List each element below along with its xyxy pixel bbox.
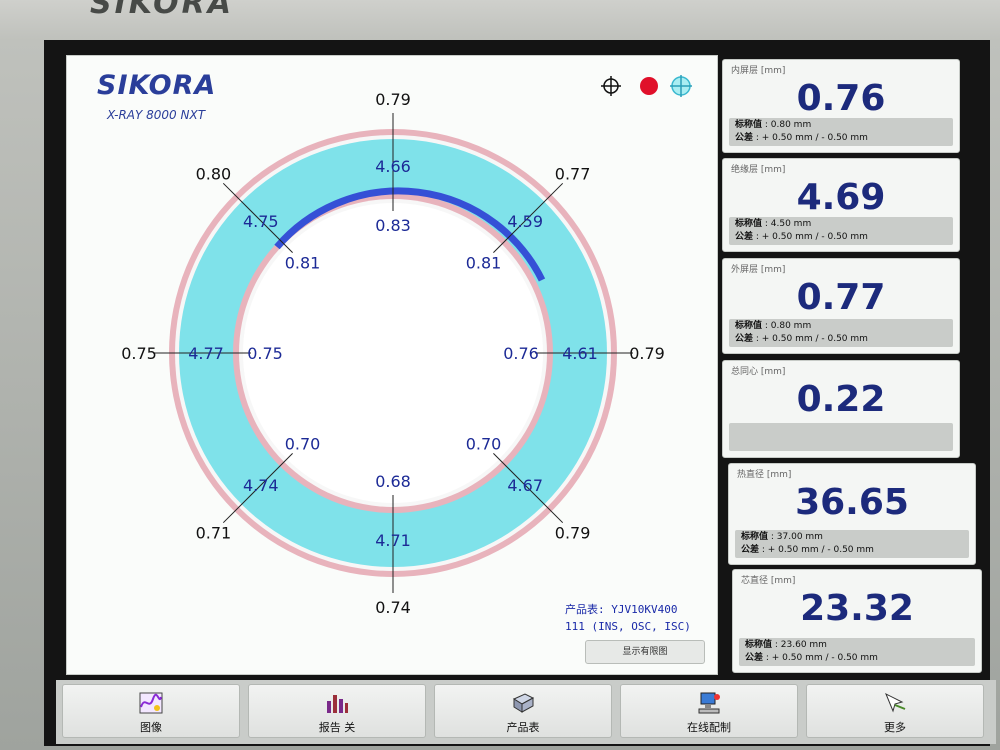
- readout-value: 0.77: [796, 277, 886, 318]
- tolerance-value: : + 0.50 mm / - 0.50 mm: [765, 653, 878, 663]
- readout-label: 内屏层 [mm]: [731, 66, 786, 76]
- readout-label: 绝缘层 [mm]: [731, 165, 786, 175]
- toolbar-label: 报告 关: [318, 721, 356, 734]
- bar-chart-icon: [325, 691, 349, 715]
- readout-info: 标称值 : 23.60 mm 公差 : + 0.50 mm / - 0.50 m…: [739, 638, 975, 666]
- readout-outer-semicon: 外屏层 [mm] 0.77 标称值 : 0.80 mm 公差 : + 0.50 …: [722, 258, 960, 354]
- toolbar-label: 产品表: [506, 721, 540, 734]
- tolerance-label: 公差: [745, 653, 764, 663]
- outer-value-label: 0.74: [375, 598, 411, 617]
- tolerance-label: 公差: [735, 133, 754, 143]
- nominal-label: 标称值: [741, 532, 769, 542]
- readout-info: 标称值 : 0.80 mm 公差 : + 0.50 mm / - 0.50 mm: [729, 118, 953, 146]
- outer-value-label: 0.79: [375, 90, 411, 109]
- readout-label: 芯直径 [mm]: [741, 576, 796, 586]
- inner-value-label: 0.81: [285, 254, 321, 273]
- image-button[interactable]: 图像: [62, 684, 240, 738]
- insulation-value-label: 4.75: [243, 212, 279, 231]
- tolerance-value: : + 0.50 mm / - 0.50 mm: [755, 334, 868, 344]
- nominal-value: : 0.80 mm: [764, 321, 812, 331]
- product-table-button[interactable]: 产品表: [434, 684, 612, 738]
- nominal-label: 标称值: [735, 219, 763, 229]
- product-info: 产品表: YJV10KV400 111 (INS, OSC, ISC): [565, 601, 691, 635]
- readout-value: 36.65: [795, 482, 909, 523]
- measurement-panel: SIKORA X-RAY 8000 NXT 0.79 4.66 0.83 0.77 4.…: [66, 55, 718, 675]
- readout-info: 标称值 : 4.50 mm 公差 : + 0.50 mm / - 0.50 mm: [729, 217, 953, 245]
- outer-value-label: 0.77: [555, 164, 591, 183]
- toolbar-label: 图像: [140, 721, 162, 734]
- cable-cross-section: 0.79 4.66 0.83 0.77 4.59 0.81 0.79 4.61 0.76 0.79…: [121, 90, 665, 617]
- nominal-value: : 4.50 mm: [764, 219, 812, 229]
- readout-insulation: 绝缘层 [mm] 4.69 标称值 : 4.50 mm 公差 : + 0.50 …: [722, 158, 960, 252]
- toolbar-label: 在线配制: [687, 721, 731, 734]
- insulation-value-label: 4.77: [188, 344, 224, 363]
- more-button[interactable]: 更多: [806, 684, 984, 738]
- readout-concentricity: 总同心 [mm] 0.22: [722, 360, 960, 458]
- outer-value-label: 0.71: [196, 524, 232, 543]
- tolerance-value: : + 0.50 mm / - 0.50 mm: [761, 545, 874, 555]
- readout-label: 热直径 [mm]: [737, 470, 792, 480]
- outer-value-label: 0.80: [196, 164, 232, 183]
- show-limits-button[interactable]: 显示有限图: [585, 640, 705, 664]
- chart-image-icon: [139, 691, 163, 715]
- readout-label: 外屏层 [mm]: [731, 265, 786, 275]
- network-computer-icon: [697, 691, 721, 715]
- readout-info: 标称值 : 0.80 mm 公差 : + 0.50 mm / - 0.50 mm: [729, 319, 953, 347]
- insulation-value-label: 4.74: [243, 476, 279, 495]
- tolerance-label: 公差: [741, 545, 760, 555]
- inner-value-label: 0.68: [375, 472, 411, 491]
- nominal-label: 标称值: [735, 120, 763, 130]
- product-name: 产品表: YJV10KV400: [565, 603, 678, 616]
- insulation-value-label: 4.71: [375, 531, 411, 550]
- readout-inner-semicon: 内屏层 [mm] 0.76 标称值 : 0.80 mm 公差 : + 0.50 …: [722, 59, 960, 153]
- insulation-value-label: 4.67: [507, 476, 543, 495]
- readout-hot-diameter: 热直径 [mm] 36.65 标称值 : 37.00 mm 公差 : + 0.5…: [728, 463, 976, 565]
- outer-value-label: 0.79: [629, 344, 665, 363]
- inner-value-label: 0.70: [285, 435, 321, 454]
- nominal-value: : 37.00 mm: [770, 532, 823, 542]
- online-config-button[interactable]: 在线配制: [620, 684, 798, 738]
- bottom-toolbar: 图像 报告 关 产品表 在线配制 更多: [56, 680, 996, 744]
- toolbar-label: 更多: [884, 721, 906, 734]
- pointer-hand-icon: [883, 691, 907, 715]
- inner-value-label: 0.76: [503, 344, 539, 363]
- nominal-label: 标称值: [745, 640, 773, 650]
- inner-value-label: 0.83: [375, 216, 411, 235]
- tolerance-value: : + 0.50 mm / - 0.50 mm: [755, 133, 868, 143]
- product-layers: 111 (INS, OSC, ISC): [565, 620, 691, 633]
- readout-value: 23.32: [800, 588, 914, 629]
- readout-value: 0.76: [796, 78, 886, 119]
- tolerance-value: : + 0.50 mm / - 0.50 mm: [755, 232, 868, 242]
- inner-value-label: 0.81: [466, 254, 502, 273]
- report-button[interactable]: 报告 关: [248, 684, 426, 738]
- nominal-label: 标称值: [735, 321, 763, 331]
- inner-value-label: 0.75: [247, 344, 283, 363]
- nominal-value: : 23.60 mm: [774, 640, 827, 650]
- insulation-value-label: 4.59: [507, 212, 543, 231]
- inner-value-label: 0.70: [466, 435, 502, 454]
- database-icon: [511, 691, 535, 715]
- readout-info-empty: [729, 423, 953, 451]
- tolerance-label: 公差: [735, 232, 754, 242]
- bezel-brand: SIKORA: [90, 0, 234, 21]
- readout-core-diameter: 芯直径 [mm] 23.32 标称值 : 23.60 mm 公差 : + 0.5…: [732, 569, 982, 673]
- insulation-value-label: 4.66: [375, 157, 411, 176]
- outer-value-label: 0.79: [555, 524, 591, 543]
- readout-info: 标称值 : 37.00 mm 公差 : + 0.50 mm / - 0.50 m…: [735, 530, 969, 558]
- nominal-value: : 0.80 mm: [764, 120, 812, 130]
- readout-value: 4.69: [796, 177, 886, 218]
- outer-value-label: 0.75: [121, 344, 157, 363]
- readout-value: 0.22: [796, 379, 886, 420]
- readout-label: 总同心 [mm]: [731, 367, 786, 377]
- tolerance-label: 公差: [735, 334, 754, 344]
- insulation-value-label: 4.61: [562, 344, 598, 363]
